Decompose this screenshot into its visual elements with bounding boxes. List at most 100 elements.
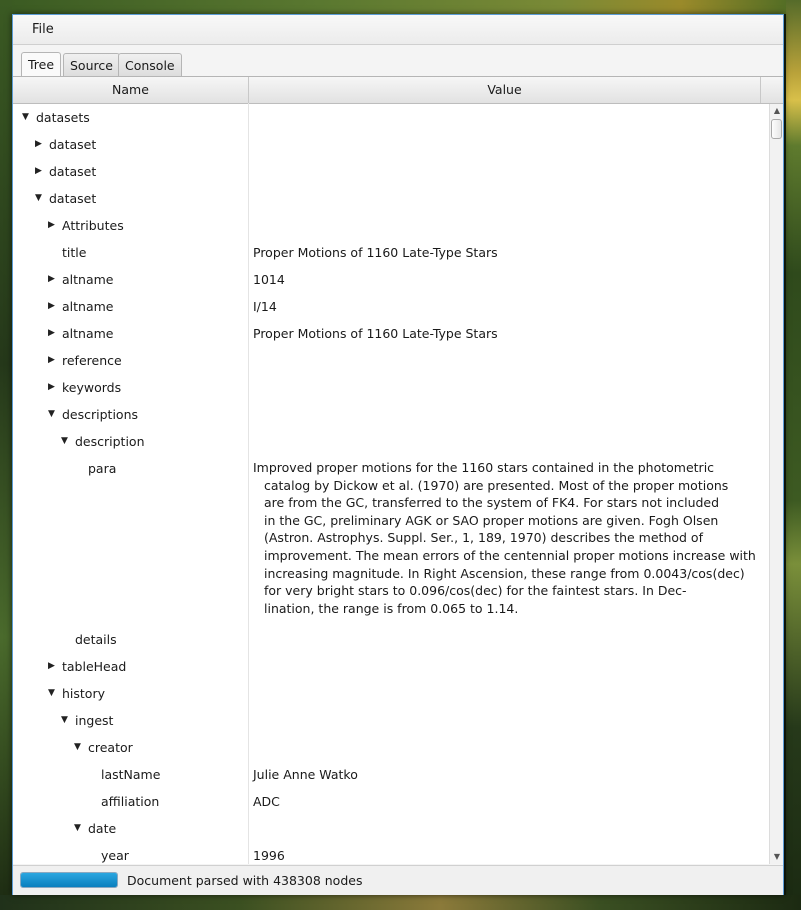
tree-row[interactable]: ▶ dataset <box>13 158 763 185</box>
tree-table: Name Value ▼ datasets ▶ dataset ▶ dataset ▼ dat… <box>13 77 783 864</box>
tree-node-name-cell: ▼ ingest <box>13 707 113 734</box>
menu-bar: File <box>13 15 783 45</box>
triangle-down-icon[interactable]: ▼ <box>71 815 84 842</box>
triangle-down-icon[interactable]: ▼ <box>71 734 84 761</box>
triangle-down-icon[interactable]: ▼ <box>58 428 71 455</box>
tree-node-name-cell: ▼ date <box>13 815 116 842</box>
tree-node-name-cell: ▼ datasets <box>13 104 90 131</box>
tree-row[interactable]: ▼ history <box>13 680 763 707</box>
tree-node-label: date <box>88 821 117 836</box>
tree-node-name-cell: ▶ Attributes <box>13 212 124 239</box>
tree-row[interactable]: year 1996 <box>13 842 763 864</box>
tree-node-label: description <box>75 434 145 449</box>
tree-row[interactable]: ▶ dataset <box>13 131 763 158</box>
tree-row[interactable]: ▼ dataset <box>13 185 763 212</box>
tree-node-value: Improved proper motions for the 1160 sta… <box>253 455 756 617</box>
scroll-down-icon[interactable]: ▼ <box>770 850 783 864</box>
desktop-background-left <box>0 0 12 910</box>
scrollbar-thumb[interactable] <box>771 119 782 139</box>
tab-tree[interactable]: Tree <box>21 52 62 77</box>
tree-row[interactable]: ▶ altname 1014 <box>13 266 763 293</box>
triangle-down-icon[interactable]: ▼ <box>58 707 71 734</box>
tree-node-name-cell: ▶ keywords <box>13 374 121 401</box>
triangle-right-icon[interactable]: ▶ <box>45 653 58 680</box>
tree-node-label: dataset <box>49 191 97 206</box>
tree-node-name-cell: lastName <box>13 761 160 788</box>
tree-row[interactable]: ▼ descriptions <box>13 401 763 428</box>
tree-row[interactable]: ▼ description <box>13 428 763 455</box>
triangle-down-icon[interactable]: ▼ <box>45 401 58 428</box>
value-text-line: (Astron. Astrophys. Suppl. Ser., 1, 189,… <box>264 530 703 546</box>
column-header-value[interactable]: Value <box>249 77 761 103</box>
tree-node-name-cell: ▶ altname <box>13 266 113 293</box>
tree-row[interactable]: details <box>13 626 763 653</box>
value-text-line: in the GC, preliminary AGK or SAO proper… <box>264 512 719 528</box>
column-header-name[interactable]: Name <box>13 77 249 103</box>
tree-node-name-cell: ▶ altname <box>13 293 113 320</box>
tree-node-label: affiliation <box>101 794 160 809</box>
tree-node-value: I/14 <box>253 299 277 314</box>
triangle-right-icon[interactable]: ▶ <box>45 347 58 374</box>
vertical-scrollbar[interactable]: ▲ ▼ <box>769 104 783 864</box>
triangle-down-icon[interactable]: ▼ <box>45 680 58 707</box>
desktop-background-right <box>786 0 801 910</box>
tree-node-name-cell: details <box>13 626 117 653</box>
tree-node-name-cell: title <box>13 239 86 266</box>
status-bar: Document parsed with 438308 nodes <box>13 865 783 895</box>
tree-node-name-cell: para <box>13 455 116 482</box>
tree-node-name-cell: ▶ dataset <box>13 131 96 158</box>
tab-source[interactable]: Source <box>63 53 120 77</box>
triangle-right-icon[interactable]: ▶ <box>45 212 58 239</box>
tree-row[interactable]: ▼ creator <box>13 734 763 761</box>
tree-node-label: keywords <box>62 380 122 395</box>
tree-node-name-cell: ▶ tableHead <box>13 653 126 680</box>
tree-row[interactable]: ▶ keywords <box>13 374 763 401</box>
triangle-right-icon[interactable]: ▶ <box>45 293 58 320</box>
tree-node-label: altname <box>62 272 114 287</box>
tree-node-label: Attributes <box>62 218 124 233</box>
tree-node-label: year <box>101 848 129 863</box>
tree-row[interactable]: ▼ datasets <box>13 104 763 131</box>
app-window: File Tree Source Console Name Value ▼ dat… <box>12 14 784 895</box>
tree-node-name-cell: affiliation <box>13 788 159 815</box>
progress-bar <box>20 872 118 888</box>
tree-node-value: Julie Anne Watko <box>253 767 358 782</box>
tree-node-label: history <box>62 686 105 701</box>
triangle-right-icon[interactable]: ▶ <box>45 320 58 347</box>
tree-row[interactable]: ▶ reference <box>13 347 763 374</box>
tree-node-label: lastName <box>101 767 161 782</box>
triangle-right-icon[interactable]: ▶ <box>32 158 45 185</box>
tree-node-label: dataset <box>49 164 97 179</box>
value-text-line: increasing magnitude. In Right Ascension… <box>264 565 745 581</box>
scroll-up-icon[interactable]: ▲ <box>770 104 783 118</box>
tree-row[interactable]: ▼ ingest <box>13 707 763 734</box>
tree-node-name-cell: ▼ creator <box>13 734 133 761</box>
menu-file[interactable]: File <box>22 15 64 44</box>
tree-row[interactable]: title Proper Motions of 1160 Late-Type St… <box>13 239 763 266</box>
triangle-down-icon[interactable]: ▼ <box>19 104 32 131</box>
tree-row[interactable]: affiliation ADC <box>13 788 763 815</box>
tab-console[interactable]: Console <box>118 53 182 77</box>
tree-node-label: dataset <box>49 137 97 152</box>
progress-fill <box>21 873 117 887</box>
tree-row[interactable]: ▼ date <box>13 815 763 842</box>
tree-node-label: descriptions <box>62 407 139 422</box>
tree-node-label: reference <box>62 353 122 368</box>
triangle-down-icon[interactable]: ▼ <box>32 185 45 212</box>
tree-node-name-cell: ▶ dataset <box>13 158 96 185</box>
tree-node-name-cell: ▶ altname <box>13 320 113 347</box>
tree-row[interactable]: ▶ altname I/14 <box>13 293 763 320</box>
tree-row[interactable]: ▶ altname Proper Motions of 1160 Late-Type… <box>13 320 763 347</box>
tree-node-value: Proper Motions of 1160 Late-Type Stars <box>253 326 498 341</box>
triangle-right-icon[interactable]: ▶ <box>45 374 58 401</box>
tree-row[interactable]: ▶ tableHead <box>13 653 763 680</box>
tree-node-label: ingest <box>75 713 114 728</box>
triangle-right-icon[interactable]: ▶ <box>45 266 58 293</box>
tree-rows: ▼ datasets ▶ dataset ▶ dataset ▼ dataset ▶ Attrib… <box>13 104 763 864</box>
tree-row[interactable]: ▶ Attributes <box>13 212 763 239</box>
tree-node-name-cell: ▼ descriptions <box>13 401 138 428</box>
tree-row[interactable]: lastName Julie Anne Watko <box>13 761 763 788</box>
tree-row[interactable]: para Improved proper motions for the 1160… <box>13 455 763 626</box>
tree-node-name-cell: year <box>13 842 129 864</box>
triangle-right-icon[interactable]: ▶ <box>32 131 45 158</box>
